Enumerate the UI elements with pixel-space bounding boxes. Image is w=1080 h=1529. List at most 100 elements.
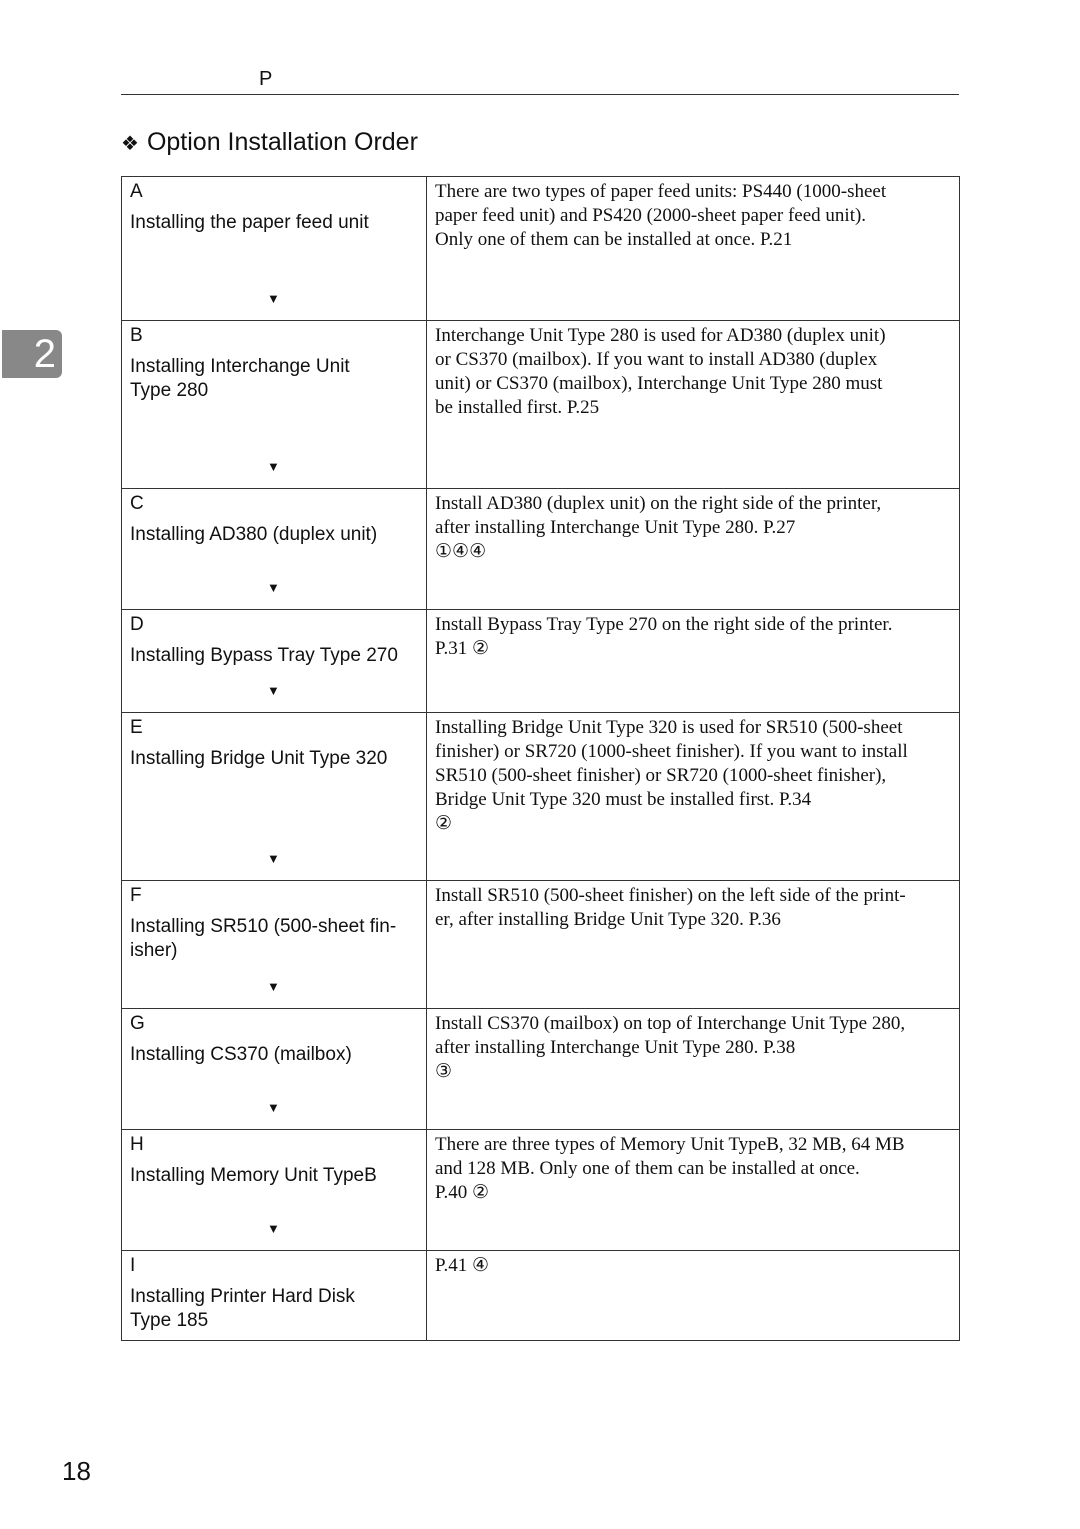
step-letter: B [130,325,143,346]
step-description-line: SR510 (500-sheet finisher) or SR720 (100… [435,765,887,786]
down-arrow-icon: ▼ [267,683,280,698]
step-row: H Installing Memory Unit TypeB ▼ There a… [121,1129,960,1251]
step-label-line: Installing SR510 (500-sheet fin- [130,916,397,937]
step-letter: H [130,1134,144,1155]
step-description-line: and 128 MB. Only one of them can be inst… [435,1158,860,1179]
step-cell: E Installing Bridge Unit Type 320 ▼ [121,712,427,881]
step-label-line: Installing Bridge Unit Type 320 [130,748,388,769]
step-letter: G [130,1013,145,1034]
step-description-line: er, after installing Bridge Unit Type 32… [435,909,781,930]
step-description-line: P.31 ② [435,638,489,659]
step-description: P.41 ④ [426,1250,960,1341]
step-description-line: after installing Interchange Unit Type 2… [435,1037,796,1058]
step-description-line: ③ [435,1061,453,1082]
step-cell: H Installing Memory Unit TypeB ▼ [121,1129,427,1251]
step-cell: A Installing the paper feed unit ▼ [121,176,427,321]
step-description: Install CS370 (mailbox) on top of Interc… [426,1008,960,1130]
step-description-line: Interchange Unit Type 280 is used for AD… [435,325,886,346]
step-cell: D Installing Bypass Tray Type 270 ▼ [121,609,427,713]
step-letter: E [130,717,143,738]
down-arrow-icon: ▼ [267,1221,280,1236]
step-row: B Installing Interchange Unit Type 280 ▼ … [121,320,960,489]
document-page: P ❖ Option Installation Order 2 A Install… [0,0,1080,1529]
step-description: There are three types of Memory Unit Typ… [426,1129,960,1251]
diamond-bullet-icon: ❖ [121,133,139,155]
down-arrow-icon: ▼ [267,1100,280,1115]
step-description: Install AD380 (duplex unit) on the right… [426,488,960,610]
step-label: Installing Interchange Unit Type 280 [130,355,420,403]
page-number: 18 [62,1456,91,1486]
step-label-line: Installing Bypass Tray Type 270 [130,645,398,666]
step-cell: I Installing Printer Hard Disk Type 185 [121,1250,427,1341]
section-title-text: Option Installation Order [146,128,418,156]
step-description-line: P.41 ④ [435,1255,489,1276]
step-description: Install SR510 (500-sheet finisher) on th… [426,880,960,1009]
step-description-line: Bridge Unit Type 320 must be installed f… [435,789,812,810]
step-description-line: Install CS370 (mailbox) on top of Interc… [435,1013,906,1034]
step-description-line: Install Bypass Tray Type 270 on the righ… [435,614,893,635]
step-label-line: Type 280 [130,380,209,401]
step-description-line: ①④④ [435,541,487,562]
step-description-line: unit) or CS370 (mailbox), Interchange Un… [435,373,883,394]
step-row: I Installing Printer Hard Disk Type 185 P… [121,1250,960,1341]
step-letter: I [130,1255,136,1276]
step-description: Install Bypass Tray Type 270 on the righ… [426,609,960,713]
step-label: Installing the paper feed unit [130,211,420,235]
down-arrow-icon: ▼ [267,459,280,474]
header-rule [121,94,959,95]
step-row: E Installing Bridge Unit Type 320 ▼ Inst… [121,712,960,881]
step-label: Installing Printer Hard Disk Type 185 [130,1285,420,1333]
step-row: G Installing CS370 (mailbox) ▼ Install C… [121,1008,960,1130]
step-label-line: Installing Memory Unit TypeB [130,1165,377,1186]
step-description: Installing Bridge Unit Type 320 is used … [426,712,960,881]
step-label-line: Installing Interchange Unit [130,356,350,377]
step-description: There are two types of paper feed units:… [426,176,960,321]
down-arrow-icon: ▼ [267,291,280,306]
step-description-line: paper feed unit) and PS420 (2000-sheet p… [435,205,867,226]
step-label-line: Installing AD380 (duplex unit) [130,524,378,545]
step-cell: F Installing SR510 (500-sheet fin-isher)… [121,880,427,1009]
step-label: Installing Bridge Unit Type 320 [130,747,420,771]
step-label-line: isher) [130,940,178,961]
step-description-line: P.40 ② [435,1182,489,1203]
step-label: Installing SR510 (500-sheet fin-isher) [130,915,420,963]
step-label: Installing Memory Unit TypeB [130,1164,420,1188]
step-label: Installing CS370 (mailbox) [130,1043,420,1067]
step-row: A Installing the paper feed unit ▼ There… [121,176,960,321]
step-row: F Installing SR510 (500-sheet fin-isher)… [121,880,960,1009]
step-description-line: Installing Bridge Unit Type 320 is used … [435,717,903,738]
chapter-tab: 2 [2,330,62,378]
step-label: Installing Bypass Tray Type 270 [130,644,420,668]
step-label-line: Type 185 [130,1310,209,1331]
step-letter: F [130,885,142,906]
step-row: C Installing AD380 (duplex unit) ▼ Insta… [121,488,960,610]
running-head: P [259,68,273,90]
step-description-line: Only one of them can be installed at onc… [435,229,793,250]
step-label-line: Installing CS370 (mailbox) [130,1044,352,1065]
step-description-line: Install AD380 (duplex unit) on the right… [435,493,882,514]
step-description-line: ② [435,813,453,834]
step-description-line: Install SR510 (500-sheet finisher) on th… [435,885,906,906]
step-cell: G Installing CS370 (mailbox) ▼ [121,1008,427,1130]
step-description-line: after installing Interchange Unit Type 2… [435,517,796,538]
step-label-line: Installing Printer Hard Disk [130,1286,355,1307]
step-label: Installing AD380 (duplex unit) [130,523,420,547]
down-arrow-icon: ▼ [267,580,280,595]
down-arrow-icon: ▼ [267,851,280,866]
step-letter: C [130,493,144,514]
section-title: ❖ Option Installation Order [121,128,418,157]
step-description: Interchange Unit Type 280 is used for AD… [426,320,960,489]
step-description-line: or CS370 (mailbox). If you want to insta… [435,349,878,370]
step-description-line: finisher) or SR720 (1000-sheet finisher)… [435,741,908,762]
step-letter: D [130,614,144,635]
step-description-line: be installed first. P.25 [435,397,600,418]
step-label-line: Installing the paper feed unit [130,212,369,233]
installation-order-table: A Installing the paper feed unit ▼ There… [121,176,960,1341]
step-letter: A [130,181,143,202]
step-cell: C Installing AD380 (duplex unit) ▼ [121,488,427,610]
step-description-line: There are three types of Memory Unit Typ… [435,1134,905,1155]
step-description-line: There are two types of paper feed units:… [435,181,887,202]
step-cell: B Installing Interchange Unit Type 280 ▼ [121,320,427,489]
step-row: D Installing Bypass Tray Type 270 ▼ Inst… [121,609,960,713]
down-arrow-icon: ▼ [267,979,280,994]
